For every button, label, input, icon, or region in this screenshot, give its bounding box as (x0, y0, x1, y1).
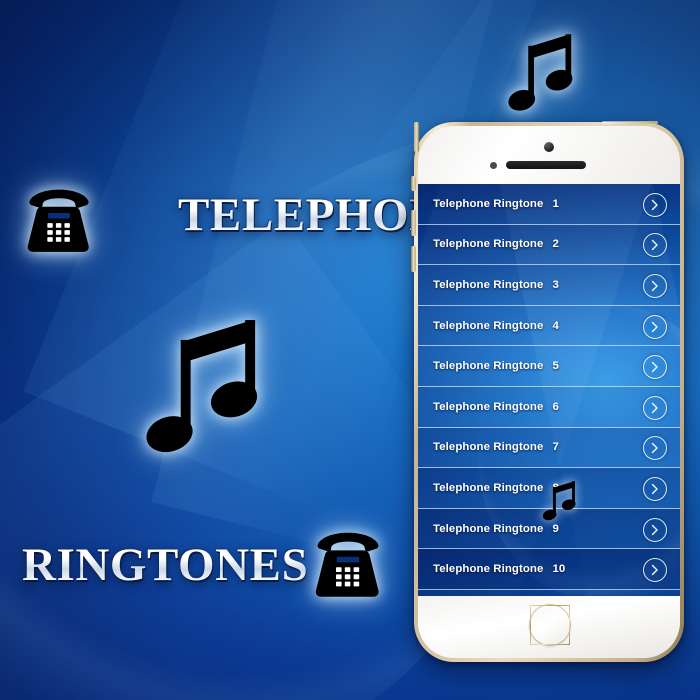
list-item[interactable]: Telephone Ringtone 2 (418, 224, 680, 266)
list-item-number: 4 (552, 319, 559, 332)
list-item-number: 9 (552, 522, 559, 535)
volume-down-button[interactable] (411, 246, 416, 272)
list-item[interactable]: Telephone Ringtone 4 (418, 305, 680, 347)
list-item-number: 6 (552, 400, 559, 413)
list-item-label: Telephone Ringtone (433, 278, 544, 291)
volume-up-button[interactable] (411, 210, 416, 236)
music-note-icon (539, 479, 583, 523)
list-item-number: 5 (552, 360, 559, 373)
list-item[interactable]: Telephone Ringtone 7 (418, 427, 680, 469)
list-item-number: 2 (552, 238, 559, 251)
list-item[interactable]: Telephone Ringtone 1 (418, 184, 680, 225)
chevron-right-icon[interactable] (643, 517, 667, 542)
list-item-label: Telephone Ringtone (433, 400, 544, 413)
chevron-right-icon[interactable] (643, 233, 667, 258)
chevron-right-icon[interactable] (643, 476, 667, 501)
chevron-right-icon[interactable] (643, 192, 667, 217)
list-item-label: Telephone Ringtone (433, 441, 544, 454)
list-item-label: Telephone Ringtone (433, 360, 544, 373)
list-item-label: Telephone Ringtone (433, 563, 544, 576)
front-camera-icon (544, 142, 554, 152)
app-promo-screenshot: TELEPHONE RINGTONES Telephone Ringtone 1… (0, 0, 700, 700)
list-item-label: Telephone Ringtone (433, 481, 544, 494)
list-item-number: 7 (552, 441, 559, 454)
phone-bottom-bezel (418, 596, 680, 658)
antenna-band (602, 121, 658, 124)
list-item[interactable]: Telephone Ringtone 6 (418, 386, 680, 428)
mute-switch[interactable] (411, 176, 416, 191)
earpiece-speaker-icon (506, 161, 586, 169)
phone-screen: Telephone Ringtone 1 Telephone Ringtone 2 Te… (418, 184, 680, 596)
music-note-icon (146, 312, 270, 462)
chevron-right-icon[interactable] (643, 355, 667, 380)
chevron-right-icon[interactable] (643, 558, 667, 583)
home-button[interactable] (530, 605, 570, 645)
list-item[interactable]: Telephone Ringtone 10 (418, 549, 680, 590)
chevron-right-icon[interactable] (643, 314, 667, 339)
music-note-icon (505, 30, 583, 116)
list-item-label: Telephone Ringtone (433, 238, 544, 251)
telephone-icon (20, 185, 98, 255)
phone-top-bezel (418, 126, 680, 186)
proximity-sensor-icon (490, 162, 497, 169)
chevron-right-icon[interactable] (643, 273, 667, 298)
chevron-right-icon[interactable] (643, 436, 667, 461)
phone-body: Telephone Ringtone 1 Telephone Ringtone 2 Te… (418, 126, 680, 658)
list-item-number: 10 (552, 563, 566, 576)
list-item-label: Telephone Ringtone (433, 522, 544, 535)
list-item-label: Telephone Ringtone (433, 319, 544, 332)
page-title-ringtones: RINGTONES (22, 539, 309, 591)
list-item[interactable]: Telephone Ringtone 3 (418, 265, 680, 306)
phone-mockup: Telephone Ringtone 1 Telephone Ringtone 2 Te… (411, 121, 684, 662)
telephone-icon (308, 528, 388, 600)
list-item-number: 3 (552, 278, 559, 291)
list-item-label: Telephone Ringtone (433, 197, 544, 210)
chevron-right-icon[interactable] (643, 395, 667, 420)
list-item-number: 1 (552, 197, 559, 210)
ringtone-list[interactable]: Telephone Ringtone 1 Telephone Ringtone 2 Te… (418, 184, 680, 590)
list-item[interactable]: Telephone Ringtone 5 (418, 346, 680, 387)
